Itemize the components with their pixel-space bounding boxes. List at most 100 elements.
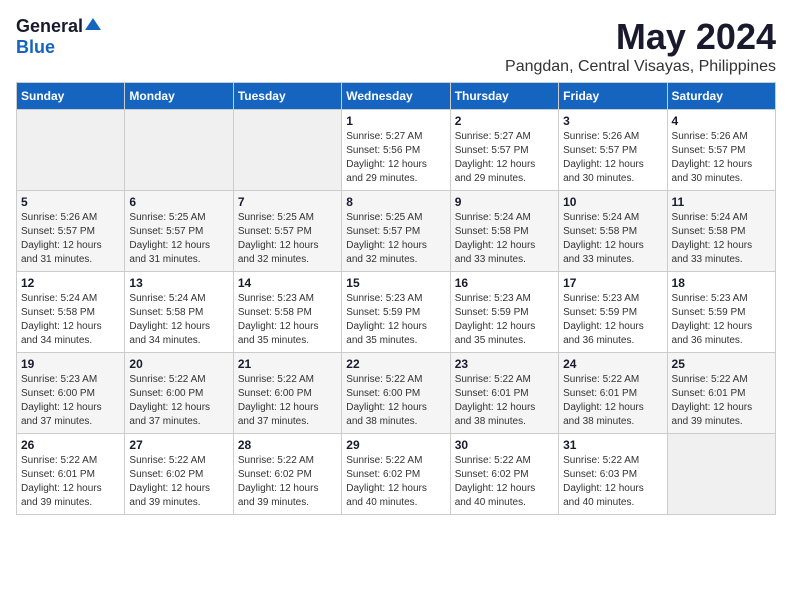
- header: General Blue May 2024 Pangdan, Central V…: [16, 16, 776, 76]
- day-number: 15: [346, 276, 445, 290]
- calendar-cell: 6 Sunrise: 5:25 AMSunset: 5:57 PMDaylight…: [125, 191, 233, 272]
- weekday-header-wednesday: Wednesday: [342, 83, 450, 110]
- day-info: Sunrise: 5:22 AMSunset: 6:01 PMDaylight:…: [21, 454, 120, 510]
- calendar-cell: 30 Sunrise: 5:22 AMSunset: 6:02 PMDayligh…: [450, 434, 558, 515]
- day-number: 31: [563, 438, 662, 452]
- day-info: Sunrise: 5:24 AMSunset: 5:58 PMDaylight:…: [455, 211, 554, 267]
- calendar-week-1: 1 Sunrise: 5:27 AMSunset: 5:56 PMDaylight…: [17, 110, 776, 191]
- day-number: 4: [672, 114, 771, 128]
- calendar-cell: 11Sunrise: 5:24 AMSunset: 5:58 PMDayligh…: [667, 191, 775, 272]
- day-number: 20: [129, 357, 228, 371]
- day-info: Sunrise: 5:27 AMSunset: 5:56 PMDaylight:…: [346, 130, 445, 186]
- day-info: Sunrise: 5:25 AMSunset: 5:57 PMDaylight:…: [129, 211, 228, 267]
- day-info: Sunrise: 5:23 AMSunset: 5:59 PMDaylight:…: [346, 292, 445, 348]
- day-info: Sunrise: 5:22 AMSunset: 6:00 PMDaylight:…: [346, 373, 445, 429]
- day-number: 1: [346, 114, 445, 128]
- calendar-cell: 27 Sunrise: 5:22 AMSunset: 6:02 PMDayligh…: [125, 434, 233, 515]
- day-number: 28: [238, 438, 337, 452]
- logo: General Blue: [16, 16, 101, 58]
- day-info: Sunrise: 5:22 AMSunset: 6:01 PMDaylight:…: [672, 373, 771, 429]
- calendar-cell: 15 Sunrise: 5:23 AMSunset: 5:59 PMDayligh…: [342, 272, 450, 353]
- day-number: 22: [346, 357, 445, 371]
- calendar-cell: 13 Sunrise: 5:24 AMSunset: 5:58 PMDayligh…: [125, 272, 233, 353]
- day-info: Sunrise: 5:25 AMSunset: 5:57 PMDaylight:…: [346, 211, 445, 267]
- day-info: Sunrise: 5:22 AMSunset: 6:01 PMDaylight:…: [455, 373, 554, 429]
- logo-general-text: General: [16, 16, 83, 37]
- calendar-cell: 23 Sunrise: 5:22 AMSunset: 6:01 PMDayligh…: [450, 353, 558, 434]
- weekday-header-sunday: Sunday: [17, 83, 125, 110]
- calendar-cell: 8 Sunrise: 5:25 AMSunset: 5:57 PMDaylight…: [342, 191, 450, 272]
- weekday-header-saturday: Saturday: [667, 83, 775, 110]
- day-number: 18: [672, 276, 771, 290]
- day-number: 21: [238, 357, 337, 371]
- day-number: 29: [346, 438, 445, 452]
- day-number: 17: [563, 276, 662, 290]
- day-info: Sunrise: 5:22 AMSunset: 6:02 PMDaylight:…: [455, 454, 554, 510]
- day-number: 27: [129, 438, 228, 452]
- calendar-cell: 21 Sunrise: 5:22 AMSunset: 6:00 PMDayligh…: [233, 353, 341, 434]
- day-info: Sunrise: 5:24 AMSunset: 5:58 PMDaylight:…: [21, 292, 120, 348]
- logo-blue-text: Blue: [16, 37, 55, 57]
- day-number: 30: [455, 438, 554, 452]
- calendar-cell: 26Sunrise: 5:22 AMSunset: 6:01 PMDayligh…: [17, 434, 125, 515]
- day-number: 13: [129, 276, 228, 290]
- day-info: Sunrise: 5:26 AMSunset: 5:57 PMDaylight:…: [672, 130, 771, 186]
- day-info: Sunrise: 5:22 AMSunset: 6:03 PMDaylight:…: [563, 454, 662, 510]
- day-info: Sunrise: 5:22 AMSunset: 6:02 PMDaylight:…: [238, 454, 337, 510]
- day-number: 16: [455, 276, 554, 290]
- day-info: Sunrise: 5:22 AMSunset: 6:00 PMDaylight:…: [238, 373, 337, 429]
- calendar-cell: 5Sunrise: 5:26 AMSunset: 5:57 PMDaylight…: [17, 191, 125, 272]
- weekday-header-thursday: Thursday: [450, 83, 558, 110]
- day-info: Sunrise: 5:22 AMSunset: 6:02 PMDaylight:…: [129, 454, 228, 510]
- day-info: Sunrise: 5:23 AMSunset: 5:59 PMDaylight:…: [455, 292, 554, 348]
- day-info: Sunrise: 5:23 AMSunset: 6:00 PMDaylight:…: [21, 373, 120, 429]
- calendar-cell: 29 Sunrise: 5:22 AMSunset: 6:02 PMDayligh…: [342, 434, 450, 515]
- calendar-cell: 4 Sunrise: 5:26 AMSunset: 5:57 PMDaylight…: [667, 110, 775, 191]
- day-info: Sunrise: 5:23 AMSunset: 5:59 PMDaylight:…: [672, 292, 771, 348]
- calendar-cell: 18 Sunrise: 5:23 AMSunset: 5:59 PMDayligh…: [667, 272, 775, 353]
- logo-icon: [85, 16, 101, 32]
- day-info: Sunrise: 5:27 AMSunset: 5:57 PMDaylight:…: [455, 130, 554, 186]
- calendar-cell: [125, 110, 233, 191]
- calendar-cell: 7 Sunrise: 5:25 AMSunset: 5:57 PMDaylight…: [233, 191, 341, 272]
- day-number: 2: [455, 114, 554, 128]
- calendar-cell: 16 Sunrise: 5:23 AMSunset: 5:59 PMDayligh…: [450, 272, 558, 353]
- calendar-cell: 2 Sunrise: 5:27 AMSunset: 5:57 PMDaylight…: [450, 110, 558, 191]
- day-info: Sunrise: 5:24 AMSunset: 5:58 PMDaylight:…: [563, 211, 662, 267]
- calendar-cell: 31 Sunrise: 5:22 AMSunset: 6:03 PMDayligh…: [559, 434, 667, 515]
- day-number: 8: [346, 195, 445, 209]
- day-number: 23: [455, 357, 554, 371]
- location-title: Pangdan, Central Visayas, Philippines: [505, 58, 776, 76]
- day-info: Sunrise: 5:22 AMSunset: 6:01 PMDaylight:…: [563, 373, 662, 429]
- calendar-cell: 1 Sunrise: 5:27 AMSunset: 5:56 PMDaylight…: [342, 110, 450, 191]
- calendar-cell: 28 Sunrise: 5:22 AMSunset: 6:02 PMDayligh…: [233, 434, 341, 515]
- weekday-header-monday: Monday: [125, 83, 233, 110]
- day-info: Sunrise: 5:22 AMSunset: 6:02 PMDaylight:…: [346, 454, 445, 510]
- day-info: Sunrise: 5:23 AMSunset: 5:59 PMDaylight:…: [563, 292, 662, 348]
- calendar-cell: 22 Sunrise: 5:22 AMSunset: 6:00 PMDayligh…: [342, 353, 450, 434]
- calendar-cell: 24Sunrise: 5:22 AMSunset: 6:01 PMDayligh…: [559, 353, 667, 434]
- calendar-week-5: 26Sunrise: 5:22 AMSunset: 6:01 PMDayligh…: [17, 434, 776, 515]
- calendar-cell: 10 Sunrise: 5:24 AMSunset: 5:58 PMDayligh…: [559, 191, 667, 272]
- calendar-cell: 20Sunrise: 5:22 AMSunset: 6:00 PMDayligh…: [125, 353, 233, 434]
- day-number: 3: [563, 114, 662, 128]
- day-number: 10: [563, 195, 662, 209]
- weekday-header-friday: Friday: [559, 83, 667, 110]
- day-number: 7: [238, 195, 337, 209]
- calendar-cell: 3 Sunrise: 5:26 AMSunset: 5:57 PMDaylight…: [559, 110, 667, 191]
- calendar-week-3: 12Sunrise: 5:24 AMSunset: 5:58 PMDayligh…: [17, 272, 776, 353]
- day-info: Sunrise: 5:26 AMSunset: 5:57 PMDaylight:…: [563, 130, 662, 186]
- day-number: 11: [672, 195, 771, 209]
- day-number: 6: [129, 195, 228, 209]
- calendar-body: 1 Sunrise: 5:27 AMSunset: 5:56 PMDaylight…: [17, 110, 776, 515]
- calendar-table: SundayMondayTuesdayWednesdayThursdayFrid…: [16, 82, 776, 515]
- month-title: May 2024: [505, 16, 776, 58]
- day-info: Sunrise: 5:24 AMSunset: 5:58 PMDaylight:…: [129, 292, 228, 348]
- calendar-cell: [233, 110, 341, 191]
- calendar-week-4: 19Sunrise: 5:23 AMSunset: 6:00 PMDayligh…: [17, 353, 776, 434]
- day-info: Sunrise: 5:25 AMSunset: 5:57 PMDaylight:…: [238, 211, 337, 267]
- title-area: May 2024 Pangdan, Central Visayas, Phili…: [505, 16, 776, 76]
- calendar-cell: 19Sunrise: 5:23 AMSunset: 6:00 PMDayligh…: [17, 353, 125, 434]
- day-number: 9: [455, 195, 554, 209]
- day-number: 5: [21, 195, 120, 209]
